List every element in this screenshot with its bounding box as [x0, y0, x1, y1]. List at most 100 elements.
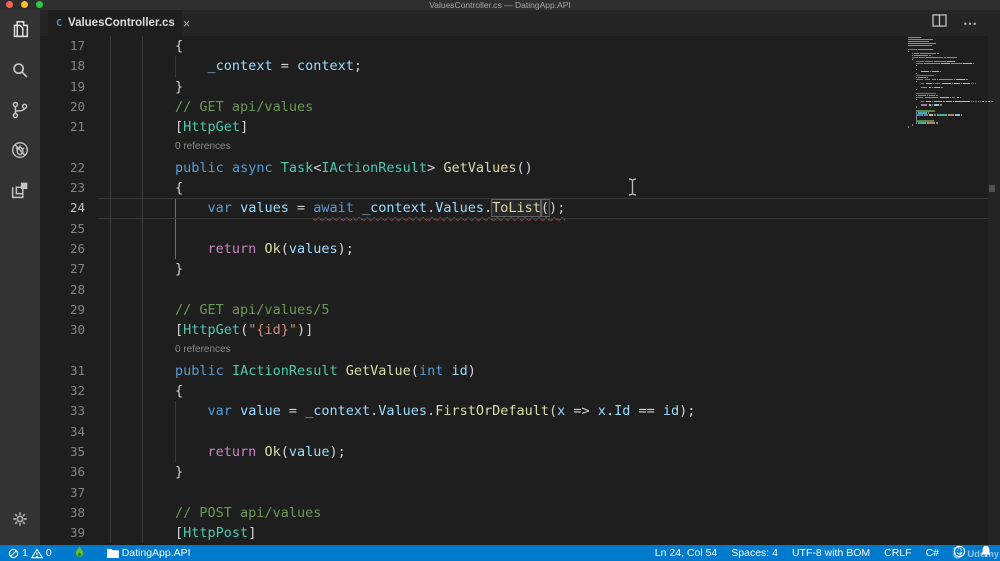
code-row[interactable]: 18 _context = context; [40, 56, 1000, 76]
code-line-text: var values = await _context.Values.ToLis… [207, 200, 566, 217]
code-row[interactable]: 20 // GET api/values [40, 97, 1000, 117]
window-title: ValuesController.cs — DatingApp.API [429, 0, 571, 10]
line-number[interactable]: 22 [40, 158, 85, 178]
code-row[interactable]: 34 [40, 422, 1000, 442]
folder-icon [106, 548, 119, 558]
code-line-text: } [110, 464, 184, 481]
code-editor[interactable]: 17 {18 _context = context; 19 } 20 // GET … [40, 36, 1000, 545]
line-number[interactable]: 38 [40, 503, 85, 523]
split-editor-icon[interactable] [932, 14, 947, 32]
tab-valuescontroller[interactable]: C ValuesController.cs × [48, 10, 190, 36]
problems-indicator[interactable]: 1 0 [8, 547, 52, 559]
line-number[interactable]: 30 [40, 320, 85, 340]
code-row[interactable]: 39 [HttpPost] [40, 523, 1000, 543]
project-name: DatingApp.API [121, 547, 191, 559]
error-icon [8, 548, 19, 558]
line-number[interactable]: 26 [40, 239, 85, 259]
codelens-row[interactable]: 0 references [40, 340, 1000, 360]
language-mode[interactable]: C# [926, 547, 939, 559]
line-number[interactable]: 20 [40, 97, 85, 117]
code-row[interactable]: 25 [40, 219, 1000, 239]
code-line-text: // POST api/values [175, 504, 322, 521]
search-icon[interactable] [0, 50, 40, 90]
csharp-file-icon: C [56, 17, 63, 29]
tab-label: ValuesController.cs [68, 17, 175, 29]
activity-bar [0, 10, 40, 545]
indentation-setting[interactable]: Spaces: 4 [731, 547, 778, 559]
code-row[interactable]: 24 var values = await _context.Values.To… [40, 198, 1000, 219]
code-row[interactable]: 27 } [40, 259, 1000, 279]
warning-count: 0 [45, 547, 52, 559]
code-row[interactable]: 32 { [40, 381, 1000, 401]
flame-icon[interactable] [74, 545, 85, 561]
warning-icon [30, 547, 43, 558]
line-number[interactable]: 36 [40, 462, 85, 482]
cursor-position[interactable]: Ln 24, Col 54 [655, 547, 717, 559]
code-line-text: public IActionResult GetValue(int id) [175, 362, 476, 379]
extensions-icon[interactable] [0, 170, 40, 210]
code-line-text: var value = _context.Values.FirstOrDefau… [207, 403, 696, 420]
line-number[interactable]: 19 [40, 77, 85, 97]
code-row[interactable]: 31 public IActionResult GetValue(int id) [40, 361, 1000, 381]
notifications-bell-icon[interactable] [980, 545, 992, 561]
line-number[interactable]: 21 [40, 117, 85, 137]
line-number[interactable]: 29 [40, 300, 85, 320]
code-row[interactable]: 17 { [40, 36, 1000, 56]
encoding-setting[interactable]: UTF-8 with BOM [792, 547, 870, 559]
tab-close-icon[interactable]: × [183, 17, 191, 30]
error-count: 1 [22, 547, 28, 559]
line-number[interactable]: 17 [40, 36, 85, 56]
codelens-row[interactable]: 0 references [40, 137, 1000, 157]
line-number[interactable]: 24 [40, 198, 85, 218]
line-number[interactable]: 39 [40, 523, 85, 543]
line-number[interactable]: 34 [40, 422, 85, 442]
code-line-text: { [110, 383, 184, 400]
eol-setting[interactable]: CRLF [884, 547, 911, 559]
code-line-text: { [110, 38, 184, 54]
code-row[interactable]: 22 public async Task<IActionResult> GetV… [40, 158, 1000, 178]
code-line-text: return Ok(value); [207, 443, 346, 460]
code-row[interactable]: 23 { [40, 178, 1000, 198]
code-line-text: } [110, 78, 184, 95]
overview-ruler-mark [989, 185, 995, 192]
explorer-icon[interactable] [0, 10, 40, 50]
code-line-text: // GET api/values [175, 98, 314, 115]
line-number[interactable]: 35 [40, 442, 85, 462]
line-number[interactable]: 23 [40, 178, 85, 198]
code-row[interactable]: 35 return Ok(value); [40, 442, 1000, 462]
minimap[interactable] [908, 37, 996, 128]
project-indicator[interactable]: DatingApp.API [106, 547, 191, 559]
line-number[interactable]: 28 [40, 280, 85, 300]
code-row[interactable]: 36 } [40, 462, 1000, 482]
code-line-text: _context = context; [207, 58, 363, 75]
titlebar: ValuesController.cs — DatingApp.API [0, 0, 1000, 10]
code-rows: 17 {18 _context = context; 19 } 20 // GET … [40, 36, 1000, 543]
tab-bar: C ValuesController.cs × ⋯ [40, 10, 1000, 36]
code-row[interactable]: 26 return Ok(values); [40, 239, 1000, 259]
code-row[interactable]: 19 } [40, 77, 1000, 97]
line-number[interactable]: 27 [40, 259, 85, 279]
code-row[interactable]: 38 // POST api/values [40, 503, 1000, 523]
line-number[interactable]: 18 [40, 56, 85, 76]
feedback-smiley-icon[interactable] [953, 545, 966, 561]
more-actions-icon[interactable]: ⋯ [963, 15, 978, 32]
code-line-text: [HttpGet("{id}")] [110, 322, 314, 339]
code-row[interactable]: 30 [HttpGet("{id}")] [40, 320, 1000, 340]
code-line-text: [HttpGet] [110, 119, 249, 136]
debug-icon[interactable] [0, 130, 40, 170]
code-row[interactable]: 33 var value = _context.Values.FirstOrDe… [40, 401, 1000, 421]
settings-gear-icon[interactable] [0, 499, 40, 539]
line-number[interactable]: 31 [40, 361, 85, 381]
codelens-text: 0 references [175, 141, 231, 153]
line-number[interactable]: 33 [40, 401, 85, 421]
code-row[interactable]: 21 [HttpGet] [40, 117, 1000, 137]
line-number[interactable]: 37 [40, 483, 85, 503]
code-line-text: } [110, 261, 184, 278]
code-row[interactable]: 29 // GET api/values/5 [40, 300, 1000, 320]
source-control-icon[interactable] [0, 90, 40, 130]
line-number[interactable]: 32 [40, 381, 85, 401]
code-line-text: { [110, 180, 184, 197]
code-row[interactable]: 28 [40, 280, 1000, 300]
line-number[interactable]: 25 [40, 219, 85, 239]
code-row[interactable]: 37 [40, 483, 1000, 503]
